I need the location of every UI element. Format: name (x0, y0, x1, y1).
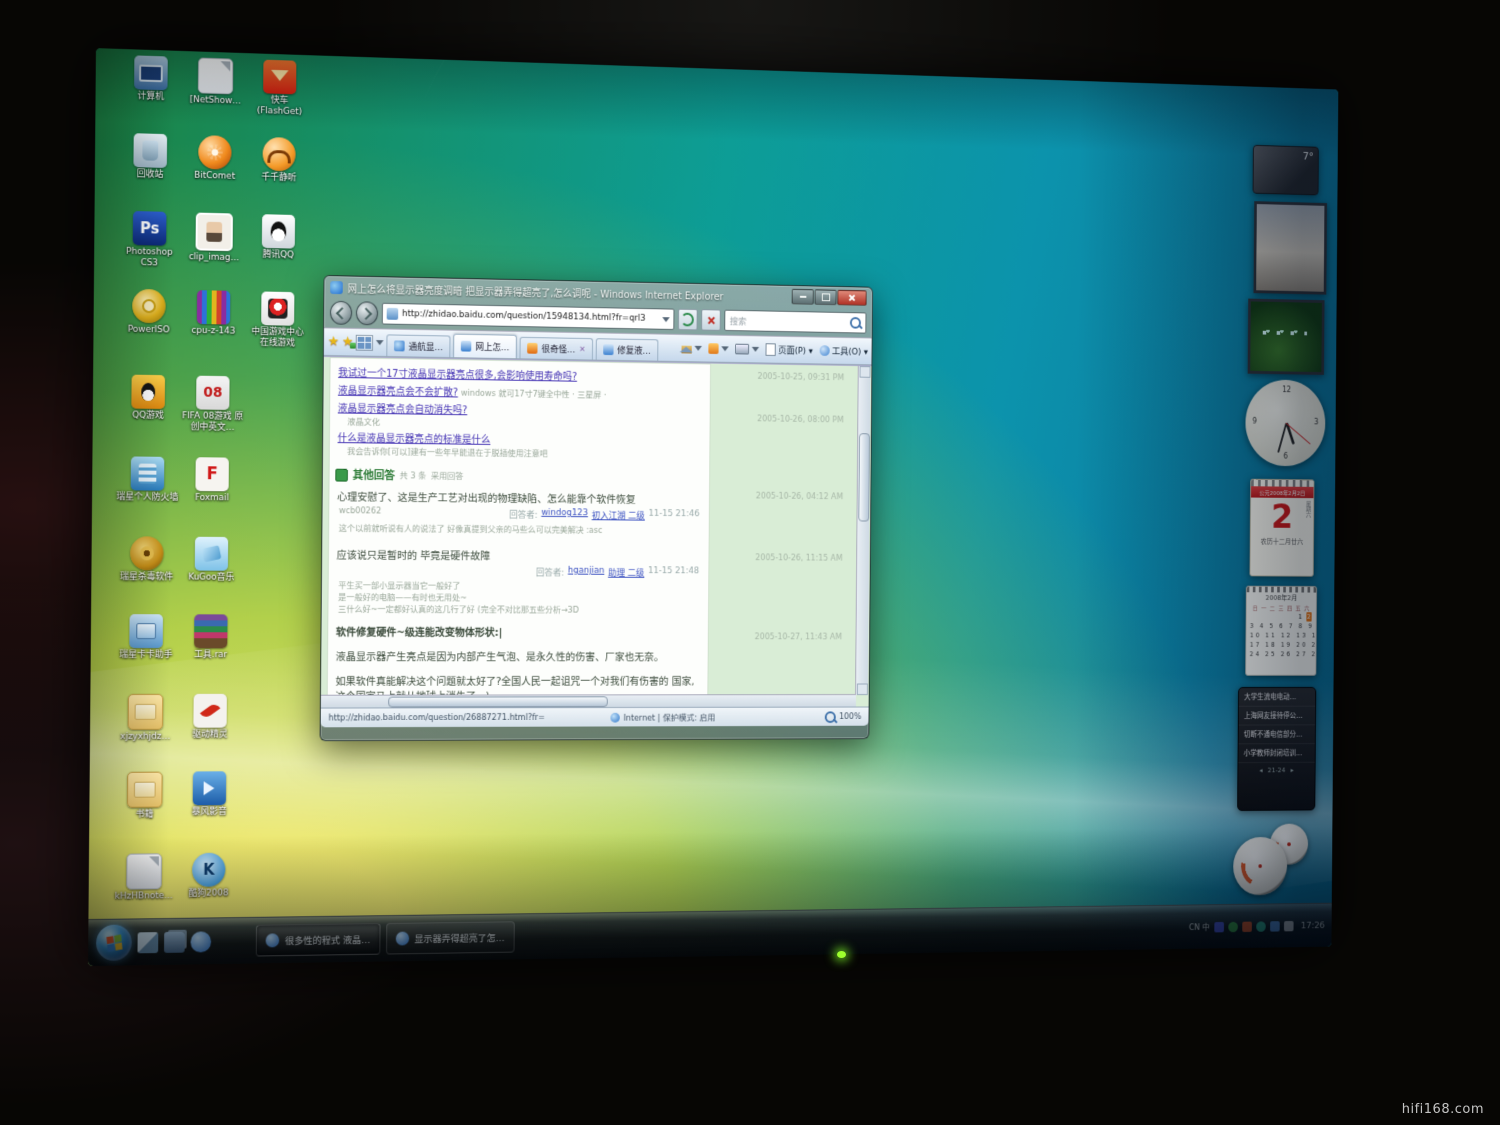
monitor-power-led (837, 951, 846, 958)
screen-vignette (88, 48, 1338, 966)
watermark-text: hifi168.com (1402, 1102, 1484, 1117)
photo-background: 计算机 [NetShow… 快车 (FlashGet) 回收站 BitComet… (0, 0, 1500, 1125)
monitor-screen: 计算机 [NetShow… 快车 (FlashGet) 回收站 BitComet… (88, 48, 1338, 966)
